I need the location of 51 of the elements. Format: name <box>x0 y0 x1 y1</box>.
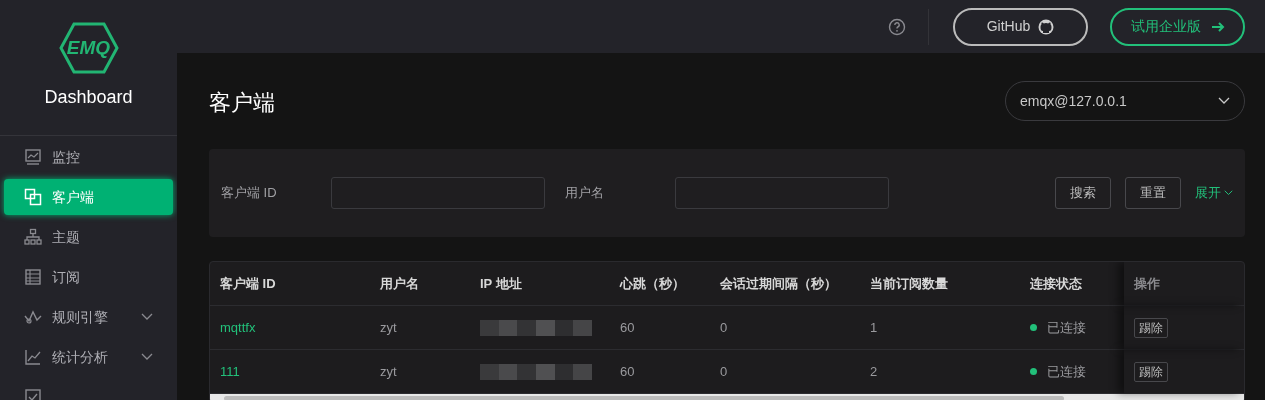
reset-button[interactable]: 重置 <box>1125 177 1181 209</box>
horizontal-scrollbar[interactable] <box>210 394 1244 400</box>
field-label: 用户名 <box>565 184 605 203</box>
table-cell-text: 60 <box>620 362 635 381</box>
column-header: 当前订阅数量 <box>870 274 948 293</box>
client-id-link[interactable]: 111 <box>220 361 240 382</box>
column-header: 会话过期间隔（秒） <box>720 274 837 293</box>
chevron-down-icon <box>1224 190 1233 196</box>
column-header: IP 地址 <box>480 274 522 293</box>
overlapping-squares-icon <box>24 188 42 206</box>
app-title: Dashboard <box>44 86 133 109</box>
table-cell-text: zyt <box>380 362 397 381</box>
hierarchy-icon <box>24 228 42 246</box>
logo: EMQ <box>58 22 119 74</box>
cat-silhouette-icon <box>1038 18 1055 35</box>
list-icon <box>24 268 42 286</box>
column-header: 用户名 <box>380 274 419 293</box>
search-button[interactable]: 搜索 <box>1055 177 1111 209</box>
table-cell-text: 0 <box>720 318 728 337</box>
sidebar-item[interactable]: 监控 <box>4 139 173 175</box>
sidebar-item[interactable]: 统计分析 <box>4 339 173 375</box>
table-cell-text: 2 <box>870 362 878 381</box>
line-graph-icon <box>24 308 42 326</box>
input-field[interactable] <box>331 177 545 209</box>
kick-button[interactable]: 踢除 <box>1134 361 1168 382</box>
table-cell-text: zyt <box>380 318 397 337</box>
page-title: 客户端 <box>209 88 275 117</box>
table-cell-text: 60 <box>620 318 635 337</box>
sidebar-item[interactable]: 规则引擎 <box>4 299 173 335</box>
field-label: 客户端 ID <box>221 184 278 203</box>
chart-icon <box>24 348 42 366</box>
column-header: 心跳（秒） <box>620 274 685 293</box>
table-cell-text: 0 <box>720 362 728 381</box>
sidebar-item[interactable]: 订阅 <box>4 259 173 295</box>
column-header: 连接状态 <box>1030 274 1082 293</box>
enterprise-trial-button[interactable]: 试用企业版 <box>1110 7 1245 46</box>
table-cell-text: 1 <box>870 318 878 337</box>
column-header: 客户端 ID <box>220 274 276 293</box>
input-field[interactable] <box>675 177 889 209</box>
sidebar-item[interactable]: 主题 <box>4 219 173 255</box>
client-id-link[interactable]: mqttfx <box>220 317 256 338</box>
arrow-right-icon <box>1210 20 1225 33</box>
chevron-down-icon <box>1218 97 1230 105</box>
kick-button[interactable]: 踢除 <box>1134 317 1168 338</box>
status-text: 已连接 <box>1047 362 1086 381</box>
status-text: 已连接 <box>1047 318 1086 337</box>
monitor-icon <box>24 148 42 166</box>
github-button[interactable]: GitHub <box>953 7 1088 46</box>
expand-link[interactable]: 展开 <box>1195 183 1233 203</box>
column-header: 操作 <box>1134 274 1160 293</box>
help-icon[interactable] <box>888 17 906 36</box>
